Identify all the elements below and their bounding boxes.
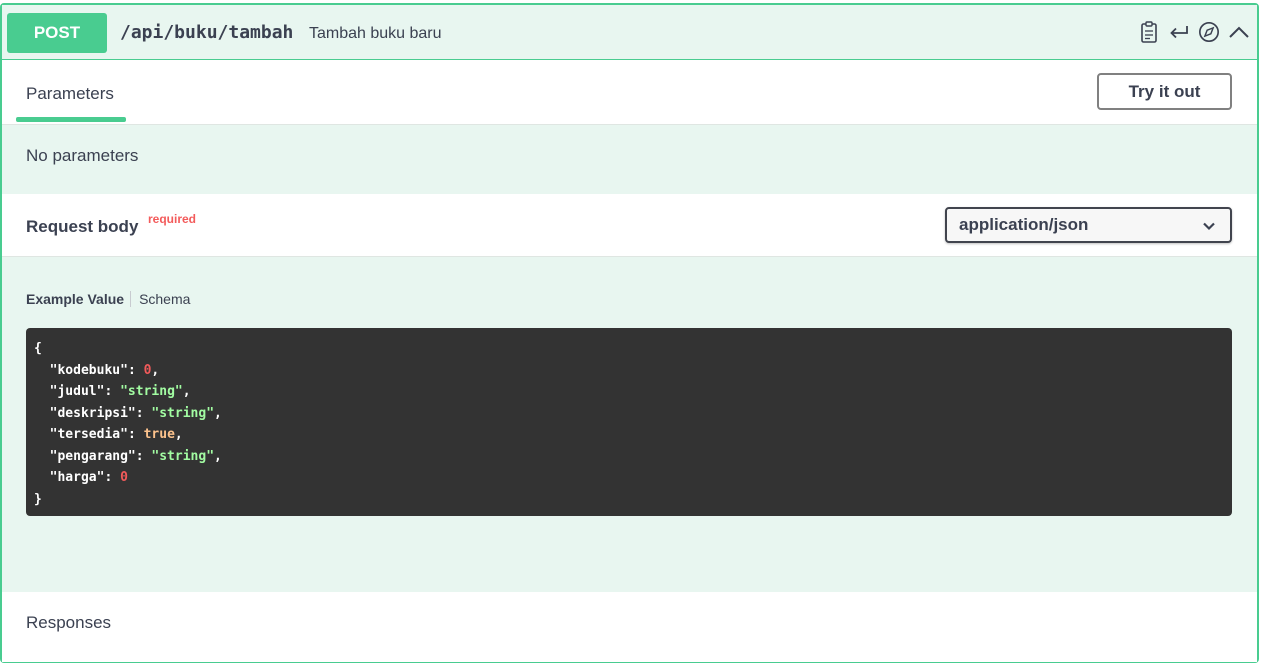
return-arrow-icon[interactable] [1168, 19, 1190, 45]
required-badge: required [148, 212, 197, 226]
operation-summary[interactable]: POST /api/buku/tambah Tambah buku baru [2, 5, 1257, 60]
json-key: "tersedia" [49, 427, 128, 442]
tab-example-value[interactable]: Example Value [26, 291, 132, 307]
responses-section: Responses [2, 592, 1257, 662]
json-value: "string" [120, 384, 183, 399]
method-badge: POST [7, 13, 107, 53]
json-value: 0 [143, 362, 152, 378]
operation-description: Tambah buku baru [309, 25, 442, 42]
chevron-up-icon[interactable] [1228, 19, 1250, 45]
json-value: true [143, 427, 175, 442]
json-value: "string" [151, 448, 215, 464]
content-type-select[interactable]: application/json [945, 207, 1232, 243]
json-value: "string" [151, 405, 215, 421]
code-line: "kodebuku": 0, [49, 362, 160, 378]
json-key: "pengarang" [49, 448, 136, 464]
code-close-brace: } [34, 491, 42, 507]
example-json-code[interactable]: { "kodebuku": 0, "judul": "string", "des… [26, 328, 1232, 516]
json-key: "harga" [49, 470, 105, 485]
code-line-close: } [34, 489, 1224, 511]
json-key: "kodebuku" [49, 362, 128, 378]
code-line: "judul": "string", [49, 384, 191, 399]
clipboard-icon[interactable] [1138, 19, 1160, 45]
parameters-tab-bar: Parameters Try it out [2, 60, 1257, 125]
example-tabs: Example Value Schema [26, 291, 190, 307]
tab-schema[interactable]: Schema [131, 291, 190, 307]
code-line: "deskripsi": "string", [49, 405, 222, 421]
request-body-header: Request body required application/json [2, 194, 1257, 257]
code-line-open: { [34, 338, 1224, 360]
content-type-value: application/json [959, 215, 1089, 234]
endpoint-path: /api/buku/tambah [120, 22, 294, 43]
tab-active-indicator [16, 117, 126, 122]
summary-actions [1138, 19, 1250, 45]
operation-block: POST /api/buku/tambah Tambah buku baru P… [0, 3, 1259, 663]
code-line: "tersedia": true, [49, 427, 183, 442]
chevron-down-icon [1202, 218, 1216, 238]
no-parameters-text: No parameters [26, 146, 139, 165]
json-key: "judul" [49, 384, 105, 399]
responses-title: Responses [26, 613, 112, 632]
code-line: "harga": 0 [49, 470, 128, 485]
tab-parameters[interactable]: Parameters [26, 84, 114, 104]
code-line: "pengarang": "string", [49, 448, 222, 464]
try-it-out-button[interactable]: Try it out [1097, 73, 1232, 110]
json-value: 0 [120, 470, 128, 485]
code-open-brace: { [34, 341, 42, 356]
json-key: "deskripsi" [49, 405, 136, 421]
request-body-title: Request body [26, 217, 139, 236]
compass-icon[interactable] [1198, 19, 1220, 45]
